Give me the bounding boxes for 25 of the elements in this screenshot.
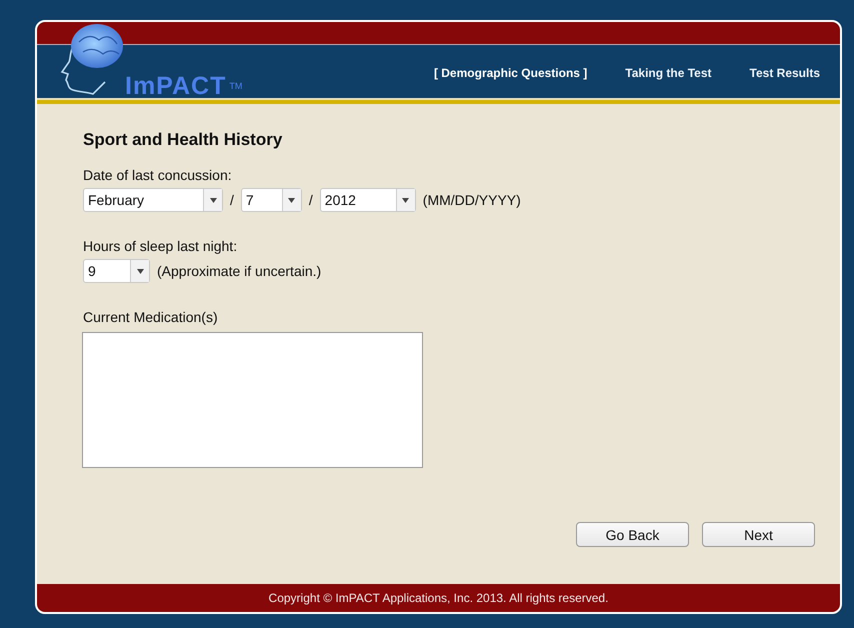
caret-icon [210, 198, 216, 202]
hours-dropdown[interactable]: 9 [83, 259, 150, 283]
back-button[interactable]: Go Back [576, 522, 689, 547]
hint-text: (Approximate if uncertain.) [157, 263, 322, 279]
nav-link[interactable]: Test Results [750, 66, 820, 80]
date-separator: / [230, 192, 234, 208]
nav-link[interactable]: [ Demographic Questions ] [434, 66, 588, 80]
field-label: Date of last concussion: [83, 167, 233, 183]
logo-text: ImPACT [125, 72, 226, 101]
date-separator: / [308, 192, 313, 208]
copyright-text: Copyright © ImPACT Applications, Inc. 2013. All rights reserved. [268, 591, 608, 605]
field-label: Hours of sleep last night: [83, 238, 238, 254]
trademark-mark: TM [229, 81, 242, 91]
caret-icon [288, 198, 296, 202]
year-dropdown[interactable]: 2012 [320, 188, 416, 212]
section-heading: Sport and Health History [83, 130, 284, 150]
day-dropdown[interactable]: 7 [240, 188, 302, 212]
month-dropdown[interactable]: February [83, 188, 223, 212]
format-hint: (MM/DD/YYYY) [422, 192, 521, 208]
medication-field[interactable] [82, 332, 423, 468]
nav-link[interactable]: Taking the Test [625, 66, 712, 80]
caret-icon [136, 268, 144, 274]
next-button[interactable]: Next [702, 522, 815, 547]
field-label: Current Medication(s) [83, 309, 219, 325]
caret-icon [402, 198, 410, 202]
